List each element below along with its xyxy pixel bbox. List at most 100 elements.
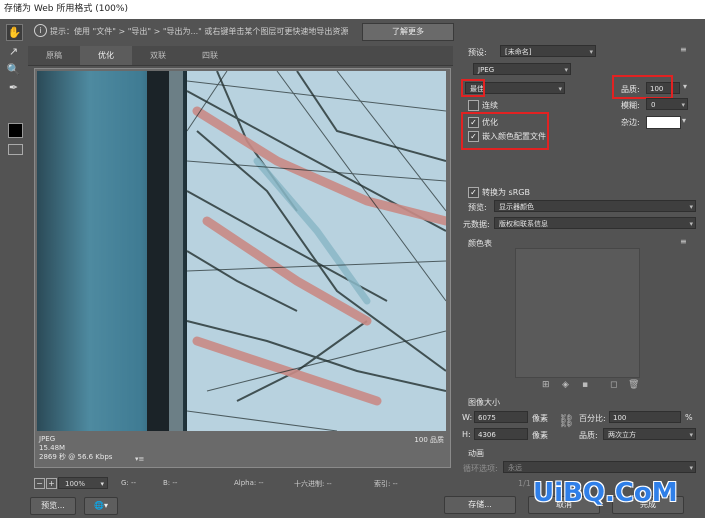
preview-in-browser-button[interactable]: 预览... xyxy=(30,497,76,515)
status-bar: − + 100% ▾ G: -- B: -- Alpha: -- 十六进制: --… xyxy=(28,476,453,492)
color-table-label: 颜色表 xyxy=(468,239,492,248)
progressive-checkbox[interactable] xyxy=(468,100,479,111)
image-size-label: 图像大小 xyxy=(468,398,500,407)
preview-image[interactable] xyxy=(37,71,446,431)
chevron-down-icon: ▾ xyxy=(558,85,562,93)
slice-select-icon[interactable]: ↗ xyxy=(6,44,21,59)
highlight-quality-value xyxy=(612,75,673,99)
frame-counter: 1/1 xyxy=(518,479,531,488)
chevron-down-icon[interactable]: ▾ xyxy=(682,116,686,125)
chevron-down-icon: ▾ xyxy=(689,203,693,211)
browser-icon: 🌐▾ xyxy=(94,501,108,510)
readout-g: G: -- xyxy=(121,479,137,487)
color-preview-select[interactable]: 显示器颜色 ▾ xyxy=(494,200,696,212)
readout-hex: 十六进制: -- xyxy=(294,480,332,488)
tab-2up[interactable]: 双联 xyxy=(132,46,184,65)
zoom-level-select[interactable]: 100% ▾ xyxy=(58,477,108,489)
blur-select[interactable]: 0 ▾ xyxy=(646,98,688,110)
color-table-menu-icon[interactable]: ≡ xyxy=(680,237,687,246)
blur-value: 0 xyxy=(651,101,656,109)
matte-label: 杂边: xyxy=(621,118,640,127)
chevron-down-icon: ▾ xyxy=(564,66,568,74)
metadata-select[interactable]: 版权和联系信息 ▾ xyxy=(494,217,696,229)
highlight-checkboxes xyxy=(461,112,549,150)
save-button[interactable]: 存储... xyxy=(444,496,516,514)
chevron-down-icon: ▾ xyxy=(689,464,693,472)
image-format: JPEG xyxy=(39,435,56,443)
window-title: 存储为 Web 所用格式 (100%) xyxy=(4,4,128,14)
image-info: JPEG 15.48M 2869 秒 @ 56.6 Kbps xyxy=(39,435,112,462)
map-color-icon[interactable]: ⊞ xyxy=(542,380,550,390)
watermark-logo: UiBQ.CoM xyxy=(533,478,678,508)
preset-select[interactable]: [未命名] ▾ xyxy=(500,45,596,57)
eyedropper-icon[interactable]: ✒ xyxy=(6,80,21,95)
title-bar: 存储为 Web 所用格式 (100%) xyxy=(0,0,705,19)
hint-text: 提示：使用 "文件" > "导出" > "导出为..." 或右键单击某个图层可更… xyxy=(50,27,349,36)
animation-label: 动画 xyxy=(468,449,484,458)
settings-panel: 预设: [未命名] ▾ ≡ JPEG ▾ 最佳 ▾ 品质: 100 ▾ 连续 模糊: … xyxy=(458,42,698,492)
readout-index: 索引: -- xyxy=(374,480,398,488)
tab-optimized[interactable]: 优化 xyxy=(80,46,132,65)
chevron-down-icon: ▾ xyxy=(100,480,104,488)
metadata-value: 版权和联系信息 xyxy=(499,220,548,228)
loop-label: 循环选项: xyxy=(463,464,498,473)
color-table[interactable] xyxy=(515,248,640,378)
convert-srgb-label: 转换为 sRGB xyxy=(482,188,530,197)
width-label: W: xyxy=(462,413,473,422)
blur-label: 模糊: xyxy=(621,101,640,110)
width-input[interactable]: 6075 xyxy=(474,411,528,423)
chevron-down-icon: ▾ xyxy=(589,48,593,56)
hint-bar: i 提示：使用 "文件" > "导出" > "导出为..." 或右键单击某个图层… xyxy=(28,20,705,42)
highlight-quality-level xyxy=(461,79,485,97)
loop-select[interactable]: 永远 ▾ xyxy=(503,461,696,473)
chevron-down-icon[interactable]: ▾ xyxy=(683,82,687,91)
settings-menu-icon[interactable]: ≡ xyxy=(680,45,687,54)
download-time: 2869 秒 @ 56.6 Kbps xyxy=(39,453,113,461)
zoom-in-button[interactable]: + xyxy=(46,478,57,489)
height-unit: 像素 xyxy=(532,431,548,440)
height-label: H: xyxy=(462,430,471,439)
preview-menu-icon[interactable]: ▾≡ xyxy=(135,455,144,463)
progressive-label: 连续 xyxy=(482,101,498,110)
view-tabs: 原稿 优化 双联 四联 xyxy=(28,46,453,66)
loop-value: 永远 xyxy=(508,464,522,472)
metadata-label: 元数据: xyxy=(463,220,490,229)
height-input[interactable]: 4306 xyxy=(474,428,528,440)
lock-color-icon[interactable]: ▪ xyxy=(582,380,588,390)
format-select[interactable]: JPEG ▾ xyxy=(473,63,571,75)
toolbox: ✋ ↗ 🔍 ✒ xyxy=(4,22,24,155)
percent-unit: % xyxy=(685,413,693,422)
color-preview-label: 预览: xyxy=(468,203,487,212)
chevron-down-icon: ▾ xyxy=(689,431,693,439)
learn-more-button[interactable]: 了解更多 xyxy=(362,23,454,41)
zoom-icon[interactable]: 🔍 xyxy=(6,62,21,77)
percent-label: 百分比: xyxy=(579,414,606,423)
format-value: JPEG xyxy=(478,66,495,74)
eyedropper-color-swatch[interactable] xyxy=(8,123,23,138)
web-shift-icon[interactable]: ◈ xyxy=(562,380,569,390)
percent-input[interactable]: 100 xyxy=(609,411,681,423)
resample-value: 两次立方 xyxy=(608,431,636,439)
preset-value: [未命名] xyxy=(505,48,532,56)
hand-icon[interactable]: ✋ xyxy=(6,24,23,41)
quality-note: 100 品质 xyxy=(414,436,444,444)
readout-b: B: -- xyxy=(163,479,178,487)
tab-4up[interactable]: 四联 xyxy=(184,46,236,65)
preset-label: 预设: xyxy=(468,48,487,57)
trash-icon[interactable]: 🗑 xyxy=(628,380,639,390)
zoom-out-button[interactable]: − xyxy=(34,478,45,489)
matte-color-swatch[interactable] xyxy=(646,116,681,129)
toggle-slices-icon[interactable] xyxy=(8,144,23,155)
tab-original[interactable]: 原稿 xyxy=(28,46,80,65)
chevron-down-icon: ▾ xyxy=(681,101,685,109)
resample-select[interactable]: 两次立方 ▾ xyxy=(603,428,696,440)
convert-srgb-checkbox[interactable]: ✓ xyxy=(468,187,479,198)
image-file-size: 15.48M xyxy=(39,444,66,452)
browser-select[interactable]: 🌐▾ xyxy=(84,497,118,515)
info-icon: i xyxy=(34,24,47,37)
color-preview-value: 显示器颜色 xyxy=(499,203,534,211)
new-color-icon[interactable]: ◻ xyxy=(610,380,617,390)
width-unit: 像素 xyxy=(532,414,548,423)
resample-label: 品质: xyxy=(579,431,598,440)
link-chain-icon[interactable]: ⛓ xyxy=(558,414,575,429)
